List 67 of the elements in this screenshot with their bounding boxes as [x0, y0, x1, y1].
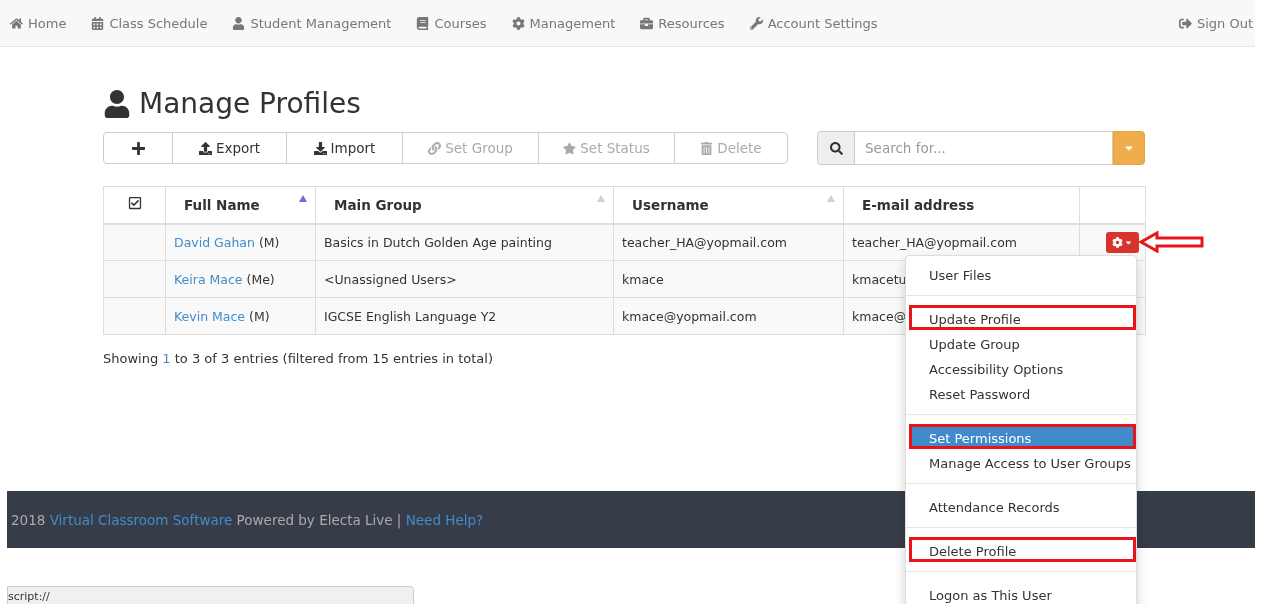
plus-icon	[130, 140, 146, 156]
menu-item[interactable]: Set Permissions	[909, 424, 1136, 449]
menu-item[interactable]: User Files	[909, 261, 1136, 286]
table-cell: teacher_HA@yopmail.com	[852, 234, 1017, 250]
nav-link[interactable]: Management	[511, 15, 616, 31]
user-icon	[232, 16, 246, 30]
column-header[interactable]: Username	[632, 196, 709, 213]
nav-link[interactable]: Account Settings	[749, 15, 878, 31]
menu-item[interactable]: Attendance Records	[909, 493, 1136, 518]
nav-link[interactable]: Home	[10, 15, 67, 31]
table-cell: kmace@yopmail.com	[622, 308, 757, 324]
export-button[interactable]: Export	[172, 132, 287, 164]
help-link[interactable]: Need Help?	[405, 511, 484, 528]
sort-icon[interactable]	[299, 195, 307, 202]
role-text: (Me)	[246, 271, 275, 287]
entries-summary: Showing 1 to 3 of 3 entries (filtered from 15 entries in total)	[103, 351, 494, 366]
column-header[interactable]: Main Group	[334, 196, 422, 213]
add-button[interactable]	[103, 132, 173, 164]
trash-icon	[700, 141, 714, 155]
sign-out-icon	[1178, 16, 1192, 30]
table-cell: IGCSE English Language Y2	[324, 308, 497, 324]
settings-icon	[511, 16, 525, 30]
nav-link[interactable]: Student Management	[232, 15, 392, 31]
select-all-icon[interactable]	[127, 196, 142, 211]
nav-link[interactable]: Resources	[640, 15, 725, 31]
calendar-icon	[91, 16, 105, 30]
table-cell: teacher_HA@yopmail.com	[622, 234, 787, 250]
upload-icon	[198, 141, 212, 155]
menu-item[interactable]: Manage Access to User Groups	[909, 449, 1136, 474]
table-cell: kmace@	[852, 308, 907, 324]
profile-link[interactable]: David Gahan	[174, 234, 255, 250]
menu-item[interactable]: Reset Password	[909, 380, 1136, 405]
status-bar: script://	[7, 586, 414, 604]
book-icon	[416, 16, 430, 30]
table-cell: kmacetu	[852, 271, 907, 287]
page-title: Manage Profiles	[139, 87, 361, 120]
briefcase-icon	[640, 16, 654, 30]
page-link[interactable]: 1	[162, 351, 171, 366]
table-cell: <Unassigned Users>	[324, 271, 457, 287]
nav-link[interactable]: Courses	[416, 15, 487, 31]
menu-item[interactable]: Logon as This User	[909, 581, 1136, 604]
actions-button[interactable]	[1106, 231, 1139, 253]
footer-text: 2018 Virtual Classroom Software Powered by Electa Live | Need Help?	[11, 511, 484, 528]
profile-link[interactable]: Kevin Mace	[174, 308, 246, 324]
profile-link[interactable]: Keira Mace	[174, 271, 243, 287]
sign-out-link[interactable]: Sign Out	[1178, 15, 1253, 31]
role-text: (M)	[249, 308, 270, 324]
download-icon	[313, 141, 327, 155]
site-link[interactable]: Virtual Classroom Software	[49, 511, 233, 528]
star-icon	[563, 141, 577, 155]
menu-item[interactable]: Update Group	[909, 330, 1136, 355]
menu-item[interactable]: Delete Profile	[909, 537, 1136, 562]
menu-item[interactable]: Accessibility Options	[909, 355, 1136, 380]
home-icon	[10, 16, 23, 30]
settings-icon	[1112, 236, 1123, 248]
user-icon	[103, 89, 131, 118]
search-field[interactable]: Search for...	[855, 131, 1113, 165]
role-text: (M)	[258, 234, 280, 250]
annotation-arrow	[1139, 231, 1205, 253]
link-icon	[428, 141, 442, 155]
search-icon	[829, 141, 843, 155]
menu-item[interactable]: Update Profile	[909, 305, 1136, 330]
table-cell: kmace	[622, 271, 664, 287]
table-cell: Basics in Dutch Golden Age painting	[324, 234, 552, 250]
nav-link[interactable]: Class Schedule	[91, 15, 208, 31]
import-button[interactable]: Import	[286, 132, 403, 164]
wrench-icon	[749, 16, 763, 30]
